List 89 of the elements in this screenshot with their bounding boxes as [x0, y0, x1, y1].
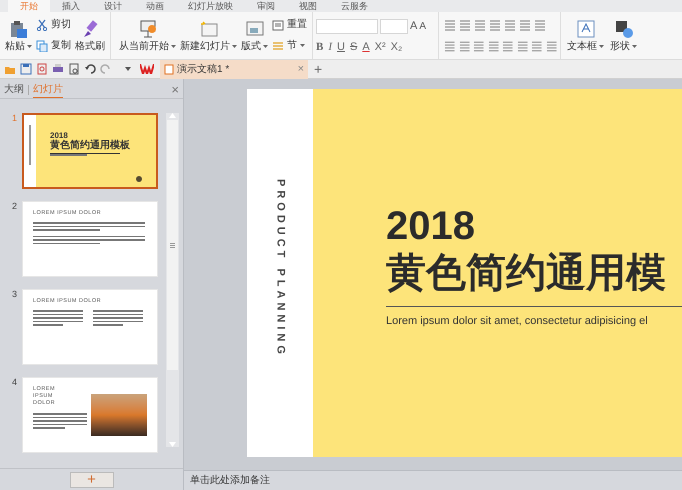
- ribbon-tab[interactable]: 设计: [92, 0, 134, 12]
- thumbnail-year: 2018: [50, 131, 68, 140]
- format-button[interactable]: U: [337, 40, 345, 52]
- grip-icon: [170, 242, 175, 248]
- clipboard-icon: [8, 18, 28, 38]
- slide-title: 黄色简约通用模: [386, 250, 667, 297]
- export-icon[interactable]: [36, 63, 48, 75]
- format-button[interactable]: A: [362, 40, 370, 52]
- ribbon-tab[interactable]: 幻灯片放映: [176, 0, 245, 12]
- notes-field[interactable]: 单击此处添加备注: [190, 473, 270, 488]
- list-icon: [272, 19, 284, 32]
- thumbnail-title: 黄色简约通用模板: [50, 140, 131, 152]
- text-line: [33, 310, 83, 312]
- scrollbar-thumb[interactable]: [167, 120, 178, 370]
- format-button[interactable]: I: [328, 40, 332, 52]
- ribbon-tab[interactable]: 动画: [134, 0, 176, 12]
- tab-title: 演示文稿1 *: [177, 62, 230, 76]
- text-line: [33, 424, 87, 425]
- text-line: [33, 324, 63, 326]
- ribbon-tab[interactable]: 视图: [287, 0, 329, 12]
- slide-number: 1: [11, 113, 18, 123]
- slide-icon: [198, 18, 218, 38]
- ribbon-tab[interactable]: 插入: [50, 0, 92, 12]
- scissors-icon: [36, 19, 48, 32]
- slide-number: 3: [11, 289, 18, 299]
- format-button[interactable]: X²: [374, 40, 386, 52]
- vertical-text-line: [29, 125, 31, 165]
- text-line: [93, 314, 143, 315]
- text-line: [33, 314, 83, 315]
- text-line: [93, 320, 143, 322]
- ribbon-button[interactable]: 从当前开始: [117, 15, 178, 56]
- ribbon-button[interactable]: 节: [270, 40, 309, 52]
- ribbon-tab[interactable]: 云服务: [329, 0, 380, 12]
- text-line: [93, 310, 143, 312]
- text-line: [93, 317, 143, 318]
- ribbon-button[interactable]: 文本框: [565, 15, 606, 56]
- save-icon[interactable]: [20, 63, 32, 75]
- slide-subtitle: Lorem ipsum dolor sit amet, consectetur adipisicing el: [386, 314, 649, 329]
- align-left-icon[interactable]: [444, 40, 456, 52]
- text-box-icon: [576, 18, 596, 38]
- slide-thumbnail[interactable]: 2018 黄色简约通用模板: [22, 113, 158, 189]
- ribbon-button[interactable]: 格式刷: [73, 15, 107, 56]
- panel-tab[interactable]: 大纲: [4, 82, 24, 97]
- layout-icon: [244, 18, 264, 38]
- ribbon-button[interactable]: 形状: [608, 15, 639, 56]
- font-size-field[interactable]: [380, 18, 408, 34]
- preview-icon[interactable]: [68, 63, 80, 75]
- text-line: [33, 416, 87, 418]
- text-line: [93, 324, 123, 326]
- document-tab[interactable]: 演示文稿1 * ×: [160, 60, 308, 78]
- ribbon-button[interactable]: 版式: [239, 15, 270, 56]
- justify-icon[interactable]: [488, 40, 499, 52]
- document-icon: [164, 64, 174, 74]
- ribbon-button[interactable]: 剪切: [34, 19, 73, 32]
- text-line: [33, 427, 66, 428]
- slide-number: 2: [11, 201, 18, 211]
- text-line: [33, 420, 87, 422]
- ribbon-button[interactable]: 重置: [270, 19, 309, 32]
- caret-icon[interactable]: [124, 66, 132, 72]
- copy-icon: [36, 40, 48, 52]
- ribbon-button[interactable]: 复制: [34, 40, 73, 52]
- text-line: [33, 242, 100, 244]
- font-name-field[interactable]: [316, 18, 378, 34]
- ribbon-button[interactable]: 粘贴: [3, 15, 34, 56]
- text-line: [33, 229, 100, 230]
- title-rule: [50, 153, 120, 154]
- format-button[interactable]: B: [316, 40, 324, 52]
- text-line: [33, 413, 87, 414]
- ribbon-tab[interactable]: 审阅: [245, 0, 287, 12]
- slide-year: 2018: [386, 204, 476, 248]
- logo-icon: [140, 64, 154, 74]
- section-icon: [272, 40, 284, 52]
- projector-icon: [138, 18, 158, 38]
- photo-placeholder: [91, 394, 147, 436]
- undo-icon[interactable]: [84, 63, 96, 75]
- text-line: [33, 317, 83, 318]
- shrink-font-button[interactable]: A: [419, 20, 426, 32]
- slide-number: 4: [11, 377, 18, 387]
- text-line: [33, 320, 83, 322]
- text-line: [50, 154, 88, 156]
- printer-icon[interactable]: [52, 63, 64, 75]
- scrollbar[interactable]: [166, 113, 179, 447]
- ribbon-button[interactable]: 新建幻灯片: [178, 15, 239, 56]
- vertical-slide-text: PRODUCT PLANNING: [273, 179, 288, 360]
- new-tab-button[interactable]: +: [314, 62, 322, 76]
- format-button[interactable]: X₂: [390, 40, 402, 52]
- grow-font-button[interactable]: A: [410, 20, 418, 32]
- shapes-icon: [614, 18, 634, 38]
- format-button[interactable]: S: [350, 40, 358, 52]
